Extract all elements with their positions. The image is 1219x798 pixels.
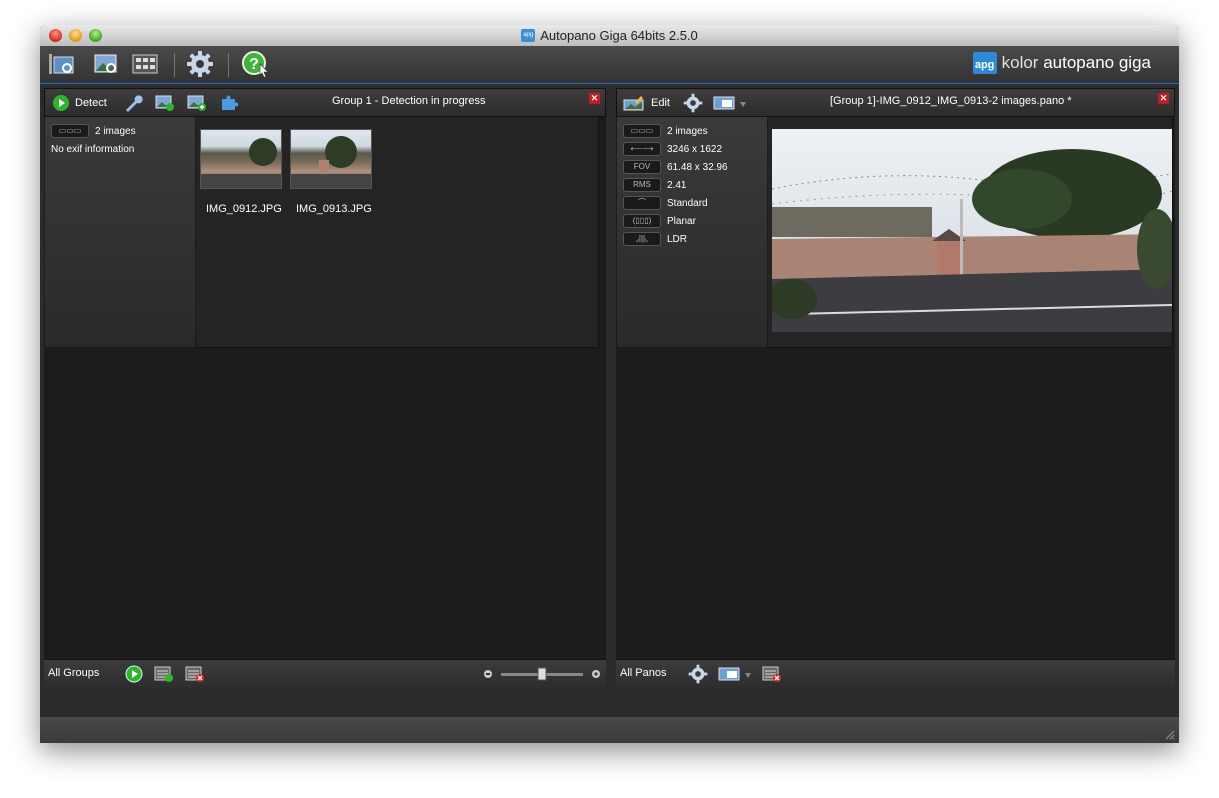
info-row: ▭▭▭ 2 images [51, 122, 195, 140]
pano-info-projection: ⌒ Standard [623, 194, 767, 212]
detect-button[interactable]: Detect [53, 93, 107, 113]
all-groups-label: All Groups [48, 667, 100, 679]
title-wrap: apg Autopano Giga 64bits 2.5.0 [40, 25, 1179, 46]
thumbnail-area: IMG_0912.JPG IMG_0913.JPG [196, 117, 599, 348]
pano-planar: Planar [667, 215, 696, 227]
app-window: apg Autopano Giga 64bits 2.5.0 ? apg kol… [40, 25, 1179, 743]
pano-rms: 2.41 [667, 179, 687, 191]
brand: apg kolor autopano giga [972, 52, 1151, 74]
brand-word-kolor: kolor [1001, 53, 1039, 72]
play-icon [125, 665, 143, 683]
close-group-button[interactable]: ✕ [589, 93, 600, 104]
thumbnail-image[interactable] [200, 129, 282, 189]
brand-text: kolor autopano giga [1002, 53, 1151, 73]
main-toolbar: ? apg kolor autopano giga [40, 46, 1179, 84]
close-pano-button[interactable]: ✕ [1158, 93, 1169, 104]
group-header: Detect Group 1 - Detection in progress ✕ [44, 88, 606, 117]
detect-label: Detect [75, 97, 107, 109]
edit-label: Edit [651, 97, 670, 109]
thumbnail-image[interactable] [290, 129, 372, 189]
window-title: Autopano Giga 64bits 2.5.0 [540, 28, 698, 43]
pano-preview-area [768, 117, 1173, 348]
status-bar [40, 717, 1179, 743]
size-icon: ⟵⟶ [623, 142, 661, 156]
render-all-button[interactable] [125, 665, 143, 683]
edit-icon [623, 96, 644, 111]
pano-info-ldr: ◞|||◟ LDR [623, 230, 767, 248]
all-panos-label: All Panos [620, 667, 667, 679]
brand-logo: apg [972, 52, 997, 74]
pano-info-planar: (▯▯▯) Planar [623, 212, 767, 230]
images-icon: ▭▭▭ [623, 124, 661, 138]
help-icon[interactable]: ? [240, 51, 268, 78]
pano-header-title: [Group 1]-IMG_0912_IMG_0913-2 images.pan… [830, 95, 1072, 107]
group-info: ▭▭▭ 2 images No exif information [45, 117, 195, 347]
thumbnail-label: IMG_0912.JPG [206, 203, 282, 215]
puzzle-icon[interactable] [219, 93, 239, 113]
groups-panel: Detect Group 1 - Detection in progress ✕… [44, 88, 606, 688]
app-title-icon: apg [521, 29, 536, 42]
pano-info-rms: RMS 2.41 [623, 176, 767, 194]
info-row: No exif information [51, 140, 195, 158]
rms-icon: RMS [623, 178, 661, 192]
title-bar: apg Autopano Giga 64bits 2.5.0 [40, 25, 1179, 47]
edit-button[interactable]: Edit [623, 93, 670, 113]
toolbar-separator [228, 53, 229, 77]
render-all-dropdown-icon[interactable] [718, 665, 754, 683]
pano-ldr: LDR [667, 233, 688, 245]
settings-gear-icon[interactable] [186, 51, 214, 77]
remove-group-icon[interactable] [185, 665, 205, 683]
svg-text:?: ? [249, 56, 259, 73]
pano-info-images: ▭▭▭ 2 images [623, 122, 767, 140]
panos-footer: All Panos [616, 659, 1175, 688]
projection-icon: ⌒ [623, 196, 661, 210]
group-header-title: Group 1 - Detection in progress [332, 95, 486, 107]
pano-projection: Standard [667, 197, 708, 209]
add-group-icon[interactable] [154, 665, 174, 683]
toolbar-separator [174, 53, 175, 77]
pano-settings-gear-icon[interactable] [683, 93, 703, 113]
fov-icon: FOV [623, 160, 661, 174]
all-panos-settings-gear-icon[interactable] [688, 664, 708, 684]
planar-icon: (▯▯▯) [623, 214, 661, 228]
resize-grip-icon[interactable] [1163, 728, 1175, 740]
open-group-icon[interactable] [48, 51, 76, 77]
images-count: 2 images [95, 125, 136, 137]
image-info-icon[interactable] [155, 93, 175, 113]
render-dropdown-icon[interactable] [713, 93, 749, 113]
groups-footer: All Groups [44, 659, 606, 688]
pano-size: 3246 x 1622 [667, 143, 723, 155]
panos-panel: Edit [Group 1]-IMG_0912_IMG_0913-2 image… [616, 88, 1175, 688]
exif-info: No exif information [51, 143, 135, 155]
brand-word-product: autopano giga [1043, 53, 1151, 72]
pano-header: Edit [Group 1]-IMG_0912_IMG_0913-2 image… [616, 88, 1175, 117]
pano-preview-image[interactable] [772, 129, 1172, 332]
remove-pano-icon[interactable] [762, 665, 782, 683]
images-icon: ▭▭▭ [51, 124, 89, 138]
open-images-icon[interactable] [92, 51, 120, 77]
pano-fov: 61.48 x 32.96 [667, 161, 728, 173]
add-image-icon[interactable] [187, 93, 207, 113]
pano-info-fov: FOV 61.48 x 32.96 [623, 158, 767, 176]
wrench-icon[interactable] [123, 93, 143, 113]
ldr-icon: ◞|||◟ [623, 232, 661, 246]
pano-info: ▭▭▭ 2 images ⟵⟶ 3246 x 1622 FOV 61.48 x … [617, 117, 767, 347]
pano-images-count: 2 images [667, 125, 708, 137]
zoom-slider[interactable] [482, 665, 602, 683]
batch-icon[interactable] [131, 51, 159, 77]
pano-info-size: ⟵⟶ 3246 x 1622 [623, 140, 767, 158]
play-icon [53, 95, 69, 111]
thumbnail-label: IMG_0913.JPG [296, 203, 372, 215]
